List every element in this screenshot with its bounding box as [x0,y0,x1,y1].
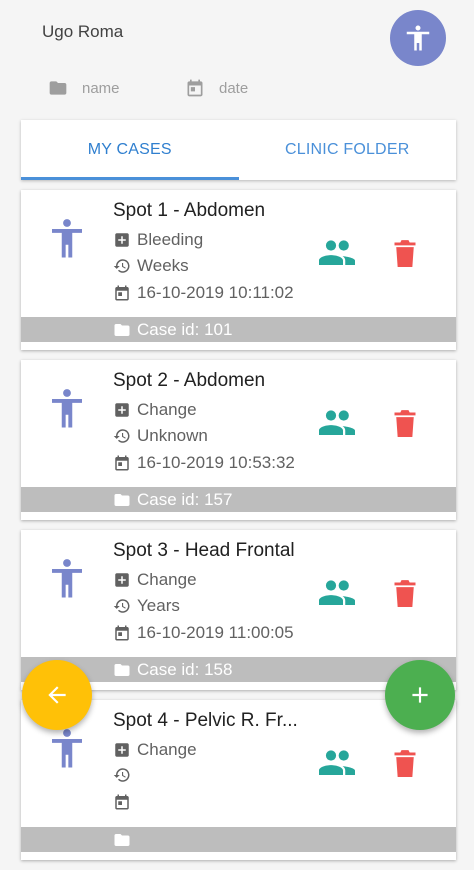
case-title: Spot 1 - Abdomen [113,200,266,221]
accessibility-icon [406,25,430,51]
person-body-icon [52,389,82,428]
symptom-row: Bleeding [113,230,203,250]
calendar-icon [115,455,129,471]
folder-icon [114,493,130,506]
calendar-icon [115,625,129,641]
date-row: 16-10-2019 10:53:32 [113,453,295,473]
body-figure [49,558,85,603]
case-id-bar: Case id: 101 [21,317,456,342]
tab-clinic-folder[interactable]: CLINIC FOLDER [239,120,457,180]
folder-icon [49,81,67,95]
person-body-icon [52,219,82,258]
duration-text: Weeks [137,256,189,275]
share-button[interactable] [319,408,355,443]
folder-icon [114,323,130,336]
case-id-text: Case id: 101 [137,319,233,339]
medical-icon [115,233,129,247]
date-text: 16-10-2019 11:00:05 [137,623,294,642]
date-text: 16-10-2019 10:53:32 [137,453,295,472]
symptom-text: Change [137,400,197,419]
add-case-button[interactable] [385,660,455,730]
date-text: 16-10-2019 10:11:02 [137,283,294,302]
case-id-text: Case id: 158 [137,659,233,679]
date-row: 16-10-2019 10:11:02 [113,283,294,303]
body-figure [49,388,85,433]
medical-icon [115,573,129,587]
people-icon [319,410,355,435]
case-id-text: Case id: 157 [137,489,233,509]
trash-icon [394,580,416,607]
duration-text: Years [137,596,180,615]
symptom-text: Bleeding [137,230,204,249]
duration-row: Unknown [113,426,208,446]
case-card[interactable]: Spot 4 - Pelvic R. Fr... Change [21,700,456,860]
folder-icon [114,833,130,846]
medical-icon [115,743,129,757]
people-icon [319,750,355,775]
arrow-left-icon [48,686,66,704]
sort-by-date[interactable]: date [185,78,248,98]
duration-row: Weeks [113,256,189,276]
user-name: Ugo Roma [42,22,124,41]
tab-bar: MY CASES CLINIC FOLDER [21,120,456,180]
symptom-text: Change [137,740,197,759]
symptom-text: Change [137,570,197,589]
people-icon [319,240,355,265]
duration-row [113,766,137,784]
duration-text: Unknown [137,426,208,445]
calendar-icon [115,794,129,810]
case-title: Spot 3 - Head Frontal [113,540,295,561]
symptom-row: Change [113,400,197,420]
trash-icon [394,750,416,777]
person-body-icon [52,559,82,598]
case-id-bar: Case id: 157 [21,487,456,512]
body-figure [49,218,85,263]
trash-icon [394,240,416,267]
folder-icon [114,663,130,676]
history-icon [113,599,130,613]
header: Ugo Roma name date [0,0,474,118]
accessibility-button[interactable] [390,10,446,66]
body-figure [49,728,85,773]
duration-row: Years [113,596,180,616]
symptom-row: Change [113,740,197,760]
people-icon [319,580,355,605]
sort-name-label: name [82,79,120,97]
calendar-icon [115,285,129,301]
history-icon [113,259,130,273]
date-row: 16-10-2019 11:00:05 [113,623,294,643]
case-card[interactable]: Spot 2 - Abdomen Change Unknown 16-10-2019 … [21,360,456,520]
plus-icon [412,687,428,703]
history-icon [113,429,130,443]
delete-button[interactable] [391,236,419,275]
sort-by-name[interactable]: name [48,78,120,98]
delete-button[interactable] [391,406,419,445]
sort-date-label: date [219,79,249,97]
share-button[interactable] [319,578,355,613]
share-button[interactable] [319,238,355,273]
case-id-bar [21,827,456,852]
case-card[interactable]: Spot 3 - Head Frontal Change Years 16-10-20… [21,530,456,690]
case-title: Spot 2 - Abdomen [113,370,266,391]
tab-my-cases[interactable]: MY CASES [21,120,239,180]
date-row [113,793,137,811]
symptom-row: Change [113,570,197,590]
case-title: Spot 4 - Pelvic R. Fr... [113,710,298,731]
delete-button[interactable] [391,746,419,785]
person-body-icon [52,729,82,768]
case-card[interactable]: Spot 1 - Abdomen Bleeding Weeks 16-10-2019 … [21,190,456,350]
case-list: Spot 1 - Abdomen Bleeding Weeks 16-10-2019 … [21,190,456,870]
calendar-icon [187,79,203,97]
trash-icon [394,410,416,437]
history-icon [113,768,130,782]
medical-icon [115,403,129,417]
back-button[interactable] [22,660,92,730]
share-button[interactable] [319,748,355,783]
delete-button[interactable] [391,576,419,615]
